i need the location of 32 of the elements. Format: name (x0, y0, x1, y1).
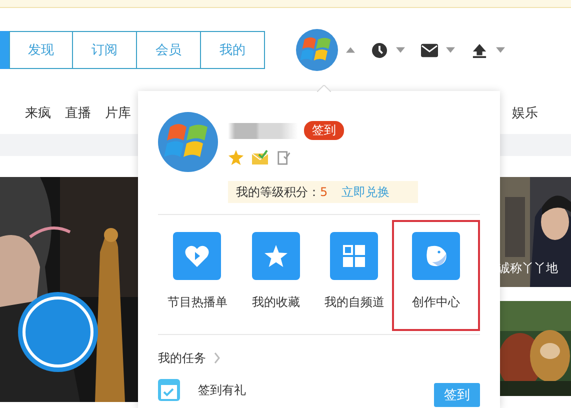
category-link[interactable]: 娱乐 (512, 104, 538, 122)
upload-icon[interactable] (471, 42, 488, 58)
category-link[interactable]: 来疯 (25, 104, 51, 122)
chevron-right-icon[interactable] (214, 352, 220, 364)
avatar (158, 112, 218, 172)
phone-check-icon (276, 150, 292, 165)
category-link[interactable]: 直播 (65, 104, 91, 122)
grid-icon (342, 245, 366, 267)
points-label: 我的等级积分： (236, 184, 320, 200)
whale-icon (424, 245, 448, 267)
sign-in-badge[interactable]: 签到 (304, 121, 344, 140)
level-star-icon (228, 150, 244, 165)
shortcut-item[interactable]: 节目热播单 (158, 220, 237, 331)
caret-icon[interactable] (496, 47, 505, 53)
caret-icon[interactable] (446, 47, 455, 53)
points-value: 5 (320, 185, 328, 199)
heart-play-icon (185, 245, 210, 267)
caret-icon[interactable] (346, 47, 355, 53)
mail-check-icon (252, 150, 268, 165)
tasks-heading[interactable]: 我的任务 (158, 350, 206, 366)
mail-icon[interactable] (421, 42, 438, 58)
shortcut-item[interactable]: 创作中心 (392, 220, 480, 331)
calendar-check-icon (158, 379, 180, 401)
caret-icon[interactable] (396, 47, 405, 53)
category-link[interactable]: 片库 (105, 104, 131, 122)
task-title: 签到有礼 (198, 382, 247, 398)
clock-icon[interactable] (371, 42, 388, 58)
shortcut-item[interactable]: 我的自频道 (315, 220, 394, 331)
star-icon (264, 245, 288, 267)
blurred-username (228, 122, 298, 138)
shortcut-item[interactable]: 我的收藏 (236, 220, 316, 331)
avatar[interactable] (296, 29, 338, 71)
